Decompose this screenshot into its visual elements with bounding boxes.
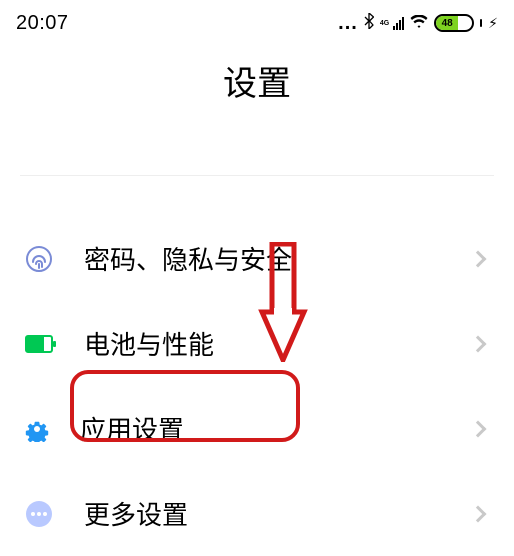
row-privacy-security[interactable]: 密码、隐私与安全 [0,216,514,301]
settings-list: 密码、隐私与安全 电池与性能 应用设置 更多设置 [0,176,514,556]
signal-icon [393,16,404,30]
chevron-right-icon [470,505,487,522]
dots-icon [24,499,54,529]
battery-icon: 48 [434,14,474,32]
chevron-right-icon [470,420,487,437]
row-app-settings[interactable]: 应用设置 [0,386,514,471]
status-icons: ... 4G 48 ⚡︎ [338,12,498,35]
status-time: 20:07 [16,12,69,35]
chevron-right-icon [470,250,487,267]
bluetooth-icon [364,12,374,35]
page-title: 设置 [0,56,514,105]
wifi-icon [410,12,428,35]
row-battery-performance[interactable]: 电池与性能 [0,301,514,386]
more-dots-icon: ... [338,12,358,35]
fingerprint-icon [24,244,54,274]
gear-icon [24,416,50,442]
row-label: 更多设置 [84,495,472,532]
charging-icon: ⚡︎ [488,15,498,32]
status-bar: 20:07 ... 4G 48 ⚡︎ [0,0,514,38]
row-label: 电池与性能 [84,325,472,362]
row-label: 应用设置 [80,410,472,447]
chevron-right-icon [470,335,487,352]
row-more-settings[interactable]: 更多设置 [0,471,514,556]
row-label: 密码、隐私与安全 [84,240,472,277]
battery-level-icon [24,329,54,359]
network-type: 4G [380,20,389,27]
